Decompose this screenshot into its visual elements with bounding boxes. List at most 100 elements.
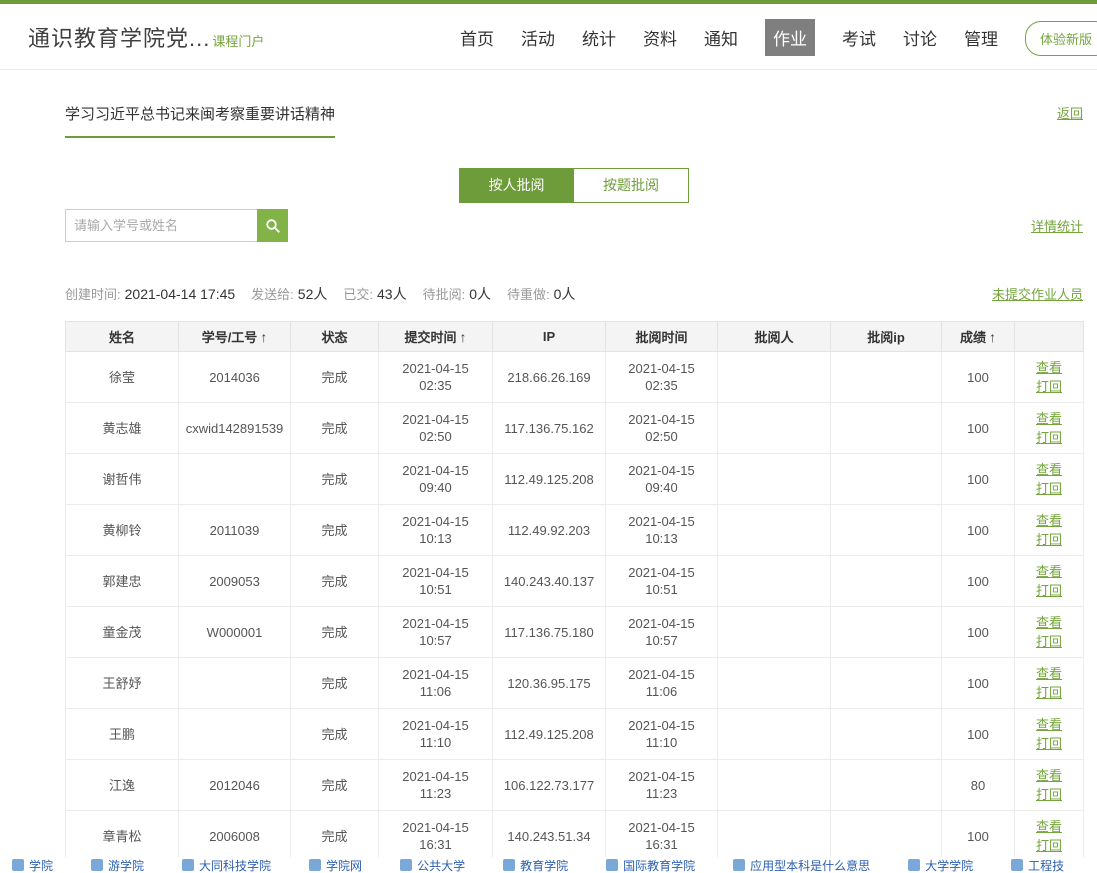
bookmark-link[interactable]: 大学学院 <box>908 857 973 873</box>
cell-submit-time: 2021-04-15 10:13 <box>379 505 493 556</box>
cell-name: 童金茂 <box>66 607 179 658</box>
favicon-icon <box>91 859 103 871</box>
favicon-icon <box>503 859 515 871</box>
nav-item-exam[interactable]: 考试 <box>842 25 876 50</box>
send-back-link[interactable]: 打回 <box>1021 428 1077 447</box>
bookmark-label: 工程技 <box>1028 857 1064 873</box>
bookmark-link[interactable]: 工程技 <box>1011 857 1064 873</box>
bookmark-link[interactable]: 学院 <box>12 857 53 873</box>
cell-submit-time: 2021-04-15 11:23 <box>379 760 493 811</box>
column-header-id[interactable]: 学号/工号↑ <box>179 322 291 352</box>
cell-actions: 查看打回 <box>1015 607 1084 658</box>
not-submitted-link[interactable]: 未提交作业人员 <box>992 284 1083 303</box>
nav-item-home[interactable]: 首页 <box>460 25 494 50</box>
table-row: 谢哲伟完成2021-04-15 09:40112.49.125.2082021-… <box>66 454 1084 505</box>
view-link[interactable]: 查看 <box>1021 613 1077 632</box>
column-header-review-time: 批阅时间 <box>606 322 718 352</box>
nav-item-activity[interactable]: 活动 <box>521 25 555 50</box>
search-box <box>65 209 288 242</box>
column-header-submit-time[interactable]: 提交时间↑ <box>379 322 493 352</box>
bookmark-link[interactable]: 大同科技学院 <box>182 857 271 873</box>
table-body: 徐莹2014036完成2021-04-15 02:35218.66.26.169… <box>66 352 1084 862</box>
info-value: 0人 <box>469 286 491 302</box>
cell-reviewer <box>718 556 831 607</box>
cell-actions: 查看打回 <box>1015 811 1084 862</box>
send-back-link[interactable]: 打回 <box>1021 581 1077 600</box>
cell-review-time: 2021-04-15 09:40 <box>606 454 718 505</box>
view-link[interactable]: 查看 <box>1021 511 1077 530</box>
cell-ip: 120.36.95.175 <box>493 658 606 709</box>
favicon-icon <box>400 859 412 871</box>
bookmark-link[interactable]: 公共大学 <box>400 857 465 873</box>
cell-actions: 查看打回 <box>1015 658 1084 709</box>
nav-item-homework[interactable]: 作业 <box>765 19 815 56</box>
cell-actions: 查看打回 <box>1015 760 1084 811</box>
cell-actions: 查看打回 <box>1015 505 1084 556</box>
cell-ip: 106.122.73.177 <box>493 760 606 811</box>
info-pair: 待重做:0人 <box>507 284 575 304</box>
sort-arrow-icon[interactable]: ↑ <box>260 329 267 345</box>
back-link[interactable]: 返回 <box>1057 103 1083 122</box>
cell-review-time: 2021-04-15 10:57 <box>606 607 718 658</box>
view-link[interactable]: 查看 <box>1021 460 1077 479</box>
table-row: 黄柳铃2011039完成2021-04-15 10:13112.49.92.20… <box>66 505 1084 556</box>
nav-item-discussion[interactable]: 讨论 <box>903 25 937 50</box>
search-icon <box>265 218 281 234</box>
nav-item-stats[interactable]: 统计 <box>582 25 616 50</box>
sort-arrow-icon[interactable]: ↑ <box>989 329 996 345</box>
nav-item-manage[interactable]: 管理 <box>964 25 998 50</box>
send-back-link[interactable]: 打回 <box>1021 734 1077 753</box>
cell-id: 2012046 <box>179 760 291 811</box>
bookmark-label: 公共大学 <box>417 857 465 873</box>
column-header-ip: IP <box>493 322 606 352</box>
cell-status: 完成 <box>291 811 379 862</box>
search-input[interactable] <box>65 209 257 242</box>
cell-name: 江逸 <box>66 760 179 811</box>
cell-review-time: 2021-04-15 11:06 <box>606 658 718 709</box>
nav-item-materials[interactable]: 资料 <box>643 25 677 50</box>
view-link[interactable]: 查看 <box>1021 715 1077 734</box>
cell-name: 王舒妤 <box>66 658 179 709</box>
cell-reviewer <box>718 709 831 760</box>
view-link[interactable]: 查看 <box>1021 817 1077 836</box>
nav-item-notice[interactable]: 通知 <box>704 25 738 50</box>
view-link[interactable]: 查看 <box>1021 664 1077 683</box>
view-link[interactable]: 查看 <box>1021 766 1077 785</box>
cell-review-time: 2021-04-15 10:51 <box>606 556 718 607</box>
view-link[interactable]: 查看 <box>1021 562 1077 581</box>
cell-id: 2014036 <box>179 352 291 403</box>
bookmark-link[interactable]: 应用型本科是什么意思 <box>733 857 870 873</box>
bookmark-link[interactable]: 游学院 <box>91 857 144 873</box>
bookmark-link[interactable]: 教育学院 <box>503 857 568 873</box>
send-back-link[interactable]: 打回 <box>1021 632 1077 651</box>
send-back-link[interactable]: 打回 <box>1021 479 1077 498</box>
table-row: 黄志雄cxwid142891539完成2021-04-15 02:50117.1… <box>66 403 1084 454</box>
send-back-link[interactable]: 打回 <box>1021 836 1077 855</box>
cell-name: 谢哲伟 <box>66 454 179 505</box>
view-link[interactable]: 查看 <box>1021 358 1077 377</box>
try-new-version-button[interactable]: 体验新版 <box>1025 21 1097 56</box>
assignment-title: 学习习近平总书记来闽考察重要讲话精神 <box>65 103 335 138</box>
column-header-score[interactable]: 成绩↑ <box>942 322 1015 352</box>
send-back-link[interactable]: 打回 <box>1021 785 1077 804</box>
detail-stats-link[interactable]: 详情统计 <box>1031 216 1083 235</box>
bookmark-link[interactable]: 国际教育学院 <box>606 857 695 873</box>
tab-review-by-question[interactable]: 按题批阅 <box>574 168 689 203</box>
search-button[interactable] <box>257 209 288 242</box>
bookmark-link[interactable]: 学院网 <box>309 857 362 873</box>
send-back-link[interactable]: 打回 <box>1021 683 1077 702</box>
view-link[interactable]: 查看 <box>1021 409 1077 428</box>
cell-id <box>179 658 291 709</box>
column-header-name: 姓名 <box>66 322 179 352</box>
column-header-actions <box>1015 322 1084 352</box>
cell-status: 完成 <box>291 556 379 607</box>
column-header-reviewer: 批阅人 <box>718 322 831 352</box>
sort-arrow-icon[interactable]: ↑ <box>460 329 467 345</box>
send-back-link[interactable]: 打回 <box>1021 377 1077 396</box>
table-row: 江逸2012046完成2021-04-15 11:23106.122.73.17… <box>66 760 1084 811</box>
cell-score: 80 <box>942 760 1015 811</box>
tab-review-by-person[interactable]: 按人批阅 <box>459 168 574 203</box>
cell-status: 完成 <box>291 760 379 811</box>
send-back-link[interactable]: 打回 <box>1021 530 1077 549</box>
cell-score: 100 <box>942 454 1015 505</box>
